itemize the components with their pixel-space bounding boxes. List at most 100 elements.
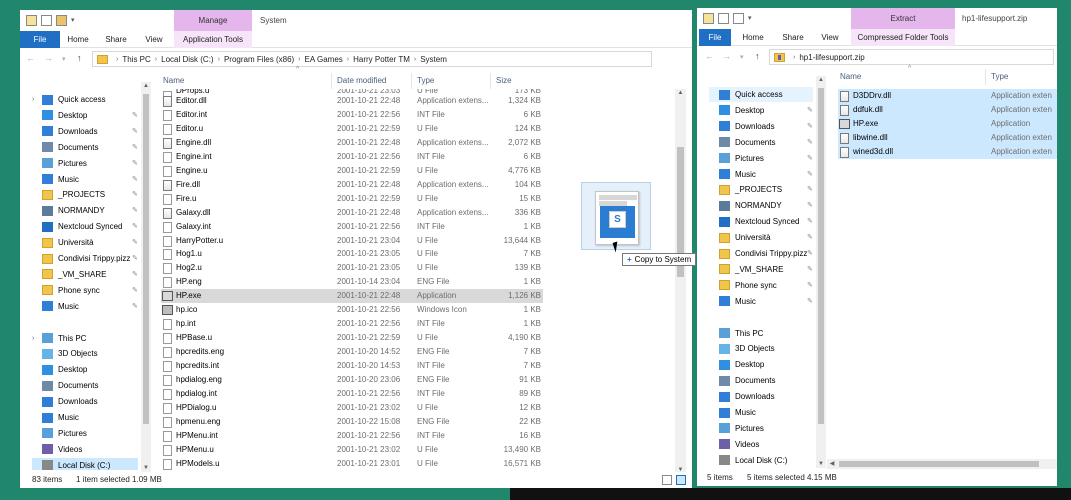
file-row[interactable]: hpcredits.eng 2001-10-20 14:52 ENG File 7 K… (161, 345, 543, 359)
file-row[interactable]: Editor.dll 2001-10-21 22:48 Application ex… (161, 94, 543, 108)
zip-file-row[interactable]: ddfuk.dll Application exten (838, 103, 1057, 117)
pin-icon[interactable]: ✎ (807, 262, 813, 277)
tab-home[interactable]: Home (737, 29, 769, 46)
nav-item-documents[interactable]: Documents ✎ (709, 135, 813, 150)
nav-item-documents[interactable]: Documents (709, 373, 813, 388)
breadcrumb-harry-potter[interactable]: Harry Potter TM (353, 55, 410, 64)
nav-item-3d-objects[interactable]: 3D Objects (32, 346, 138, 361)
large-icons-view-icon[interactable] (676, 475, 686, 485)
up-arrow-icon[interactable]: ↑ (755, 51, 760, 61)
file-row[interactable]: Editor.u 2001-10-21 22:59 U File 124 KB (161, 122, 543, 136)
nav-item-pictures[interactable]: Pictures (32, 426, 138, 441)
file-row[interactable]: Fire.u 2001-10-21 22:59 U File 15 KB (161, 192, 543, 206)
chevron-down-icon[interactable]: ▾ (71, 15, 75, 26)
file-row[interactable]: hp.ico 2001-10-21 22:56 Windows Icon 1 KB (161, 303, 543, 317)
tab-compressed-folder-tools[interactable]: Compressed Folder Tools (851, 29, 955, 46)
column-divider[interactable] (331, 73, 332, 89)
file-row[interactable]: hpcredits.int 2001-10-20 14:53 INT File 7 K… (161, 359, 543, 373)
file-row[interactable]: HPDialog.u 2001-10-21 23:02 U File 12 KB (161, 401, 543, 415)
file-row[interactable]: hpdialog.int 2001-10-21 22:56 INT File 89 K… (161, 387, 543, 401)
nav-item-music[interactable]: Music ✎ (709, 167, 813, 182)
title-bar[interactable]: ▾ Manage System (20, 10, 692, 31)
scroll-up-icon[interactable]: ▲ (141, 83, 151, 89)
nav-item-pictures[interactable]: Pictures ✎ (32, 156, 138, 171)
column-divider[interactable] (490, 73, 491, 89)
pin-icon[interactable]: ✎ (807, 151, 813, 166)
nav-item-music[interactable]: Music ✎ (709, 294, 813, 309)
nav-item-desktop[interactable]: Desktop ✎ (709, 103, 813, 118)
scroll-up-icon[interactable]: ▲ (816, 77, 826, 83)
pin-icon[interactable]: ✎ (132, 283, 138, 298)
pin-icon[interactable]: ✎ (807, 135, 813, 150)
nav-item-phone-sync[interactable]: Phone sync ✎ (709, 278, 813, 293)
address-bar[interactable]: › This PC › Local Disk (C:) › Program Fi… (92, 51, 652, 67)
nav-item-music[interactable]: Music (32, 410, 138, 425)
nav-item-music[interactable]: Music ✎ (32, 172, 138, 187)
checkmark-icon[interactable] (718, 13, 729, 24)
nav-item-quick-access[interactable]: › Quick access (32, 92, 138, 107)
checkmark-icon[interactable] (41, 15, 52, 26)
nav-item-projects[interactable]: _PROJECTS ✎ (709, 182, 813, 197)
file-row[interactable]: HPModels.u 2001-10-21 23:01 U File 16,571 K… (161, 457, 543, 471)
file-row[interactable]: Engine.dll 2001-10-21 22:48 Application ex… (161, 136, 543, 150)
recent-chevron-icon[interactable]: ▾ (740, 53, 744, 61)
breadcrumb-program-files[interactable]: Program Files (x86) (224, 55, 294, 64)
title-bar[interactable]: ▾ Extract hp1-lifesupport.zip (697, 8, 1057, 29)
nav-item-desktop[interactable]: Desktop ✎ (32, 108, 138, 123)
pin-icon[interactable]: ✎ (807, 167, 813, 182)
breadcrumb-this-pc[interactable]: This PC (122, 55, 150, 64)
nav-scrollbar[interactable]: ▲ ▼ (141, 82, 151, 472)
scroll-left-icon[interactable]: ◀ (827, 460, 837, 467)
file-row[interactable]: Hog2.u 2001-10-21 23:05 U File 139 KB (161, 261, 543, 275)
folder-icon[interactable] (26, 15, 37, 26)
tab-share[interactable]: Share (100, 31, 132, 48)
nav-item-desktop[interactable]: Desktop (709, 357, 813, 372)
scroll-up-icon[interactable]: ▲ (675, 90, 686, 96)
nav-item-desktop[interactable]: Desktop (32, 362, 138, 377)
nav-item-documents[interactable]: Documents (32, 378, 138, 393)
nav-scroll-thumb[interactable] (818, 88, 824, 424)
tab-file[interactable]: File (20, 31, 60, 48)
column-header-type[interactable]: Type (417, 73, 434, 89)
column-header-name[interactable]: Name (840, 69, 861, 85)
pin-icon[interactable]: ✎ (807, 198, 813, 213)
tab-view[interactable]: View (138, 31, 170, 48)
nav-item-videos[interactable]: Videos (709, 437, 813, 452)
file-row[interactable]: hpdialog.eng 2001-10-20 23:06 ENG File 91 K… (161, 373, 543, 387)
nav-item-nextcloud-synced[interactable]: Nextcloud Synced ✎ (32, 219, 138, 234)
column-header-name[interactable]: Name (163, 73, 184, 89)
nav-item-nextcloud-synced[interactable]: Nextcloud Synced ✎ (709, 214, 813, 229)
nav-item-normandy[interactable]: NORMANDY ✎ (709, 198, 813, 213)
tab-view[interactable]: View (814, 29, 846, 46)
zip-file-row[interactable]: HP.exe Application (838, 117, 1057, 131)
nav-item-downloads[interactable]: Downloads ✎ (32, 124, 138, 139)
forward-arrow-icon[interactable]: → (722, 51, 731, 61)
file-row[interactable]: HPMenu.int 2001-10-21 22:56 INT File 16 KB (161, 429, 543, 443)
pin-icon[interactable]: ✎ (807, 119, 813, 134)
pin-icon[interactable]: ✎ (132, 108, 138, 123)
zip-file-row[interactable]: wined3d.dll Application exten (838, 145, 1057, 159)
breadcrumb-local-disk[interactable]: Local Disk (C:) (161, 55, 213, 64)
nav-item-pictures[interactable]: Pictures (709, 421, 813, 436)
nav-item-condivisi-trippy-pizz[interactable]: Condivisi Trippy.pizz ✎ (709, 246, 813, 261)
forward-arrow-icon[interactable]: → (44, 53, 53, 63)
pin-icon[interactable]: ✎ (132, 140, 138, 155)
nav-item-videos[interactable]: Videos (32, 442, 138, 457)
pin-icon[interactable]: ✎ (132, 156, 138, 171)
pin-icon[interactable]: ✎ (807, 214, 813, 229)
details-view-icon[interactable] (662, 475, 672, 485)
nav-item-documents[interactable]: Documents ✎ (32, 140, 138, 155)
recent-chevron-icon[interactable]: ▾ (62, 55, 66, 63)
zip-file-row[interactable]: D3DDrv.dll Application exten (838, 89, 1057, 103)
nav-item-universit[interactable]: Università ✎ (709, 230, 813, 245)
up-arrow-icon[interactable]: ↑ (77, 53, 82, 63)
pin-icon[interactable]: ✎ (132, 187, 138, 202)
file-row[interactable]: hp.int 2001-10-21 22:56 INT File 1 KB (161, 317, 543, 331)
back-arrow-icon[interactable]: ← (26, 53, 35, 63)
pin-icon[interactable]: ✎ (807, 278, 813, 293)
file-row[interactable]: HPBase.u 2001-10-21 22:59 U File 4,190 KB (161, 331, 543, 345)
nav-scroll-thumb[interactable] (143, 94, 149, 424)
breadcrumb-zip[interactable]: hp1-lifesupport.zip (799, 53, 864, 62)
file-row[interactable]: Galaxy.int 2001-10-21 22:56 INT File 1 KB (161, 220, 543, 234)
column-header-date[interactable]: Date modified (337, 73, 386, 89)
